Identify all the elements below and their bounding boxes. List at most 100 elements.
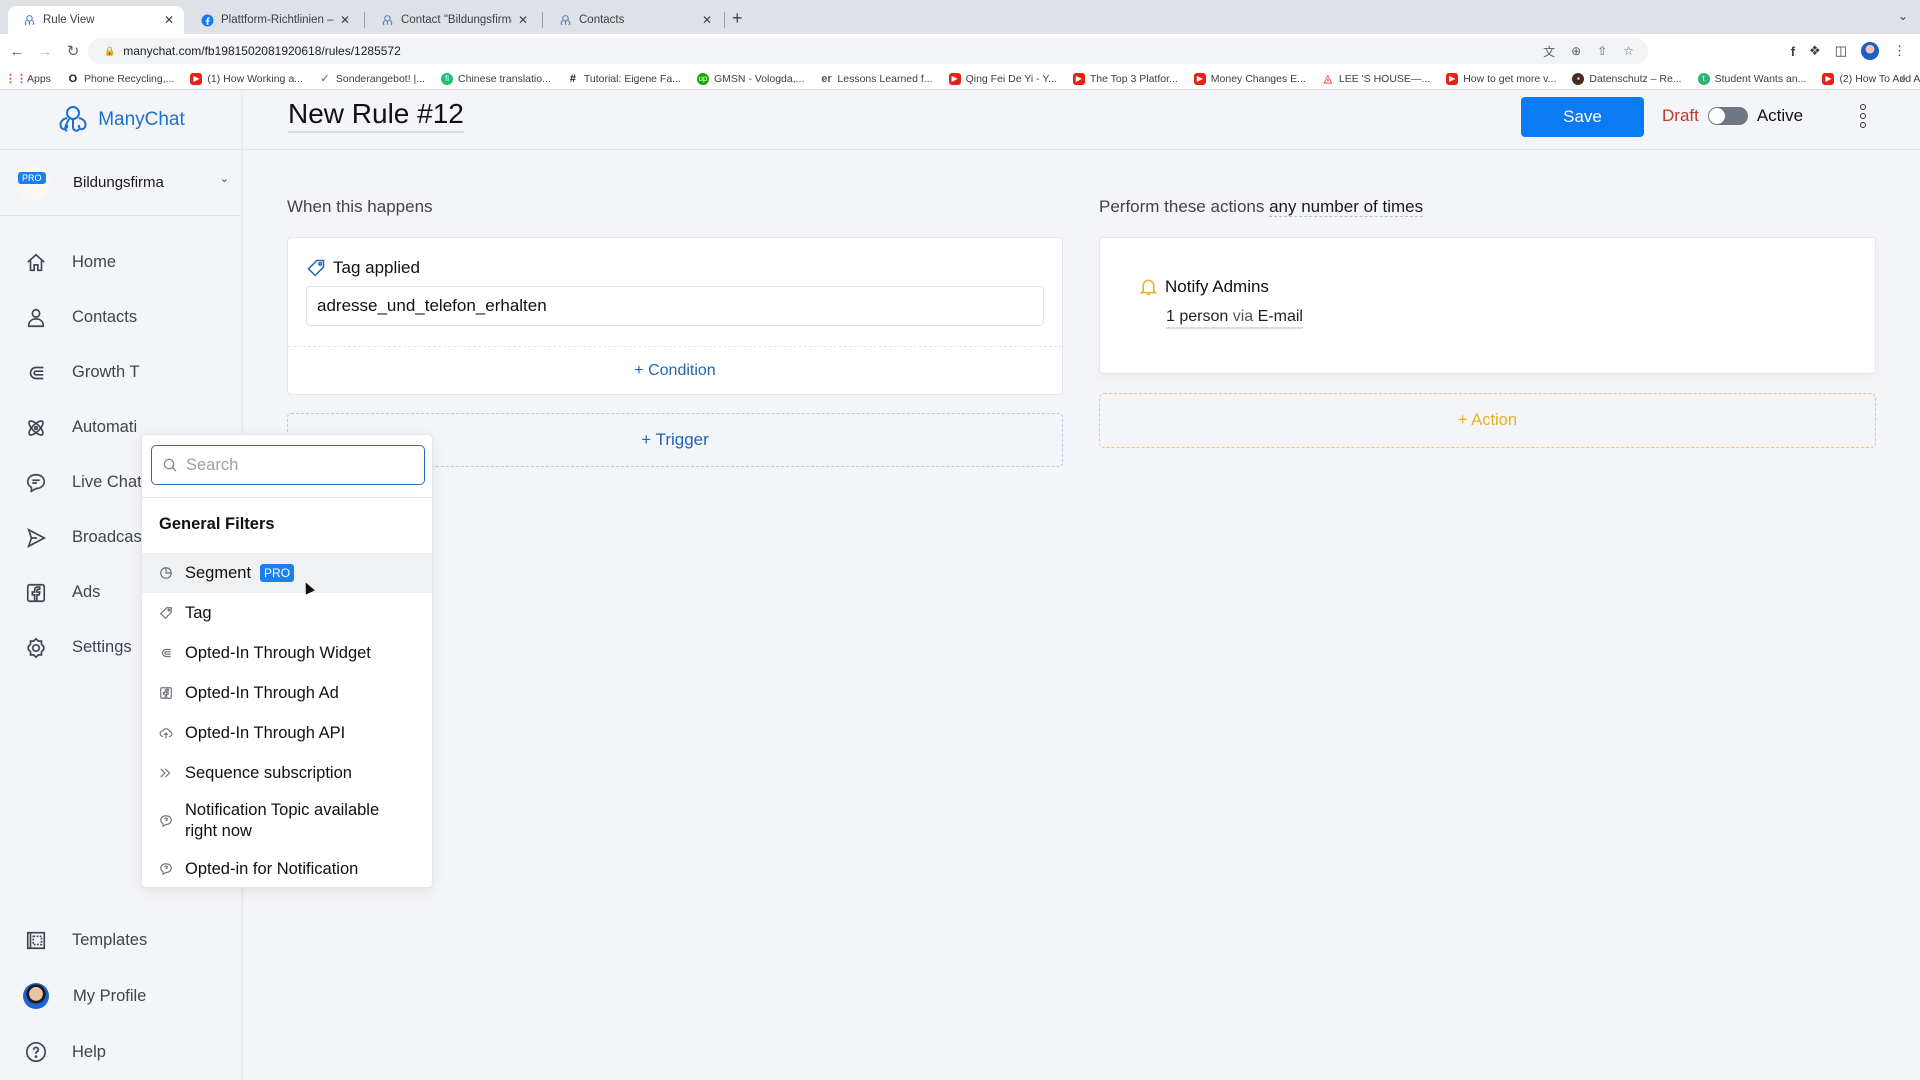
tab-title: Plattform-Richtlinien – Übersic	[221, 14, 334, 26]
sidebar-item-label: Automati	[72, 418, 138, 436]
reload-icon[interactable]: ↻	[62, 42, 84, 60]
bookmark-item[interactable]: up GMSN - Vologda,...	[696, 72, 804, 85]
tag-icon	[159, 607, 172, 620]
bookmark-item[interactable]: # Tutorial: Eigene Fa...	[567, 73, 681, 85]
browser-tab-contact-bildungsfirma[interactable]: Contact "Bildungsfirma" throu ✕	[366, 6, 538, 34]
sidebar-item-growth-tools[interactable]: Growth T	[0, 345, 242, 400]
avatar	[23, 983, 49, 1009]
add-trigger-label: + Trigger	[641, 430, 709, 449]
sidebar-item-help[interactable]: Help	[0, 1024, 242, 1080]
bookmark-item[interactable]: ▶ Qing Fei De Yi - Y...	[948, 72, 1057, 85]
contacts-icon	[27, 308, 45, 327]
sidebar-item-label: Ads	[72, 583, 101, 601]
new-tab-button[interactable]: +	[732, 8, 743, 29]
tag-value-field[interactable]: adresse_und_telefon_erhalten	[306, 286, 1044, 326]
bookmark-item[interactable]: er Lessons Learned f...	[820, 73, 932, 85]
manychat-logo[interactable]: ManyChat	[0, 90, 241, 150]
trigger-section-label: When this happens	[287, 197, 433, 216]
sidebar-item-my-profile[interactable]: My Profile	[0, 968, 242, 1024]
filter-option-opted-in-widget[interactable]: Opted-In Through Widget	[142, 633, 432, 673]
filter-search-box[interactable]	[151, 445, 425, 485]
youtube-icon: ▶	[190, 72, 203, 85]
browser-tab-contacts[interactable]: Contacts ✕	[544, 6, 722, 34]
close-tab-icon[interactable]: ✕	[702, 13, 712, 27]
status-toggle-group: Draft Active	[1662, 106, 1803, 126]
condition-filter-dropdown: General Filters Segment PRO Tag Opted-In…	[141, 434, 433, 888]
action-header: Notify Admins	[1138, 276, 1269, 297]
bookmark-label: LEE 'S HOUSE—...	[1338, 72, 1431, 85]
apps-grid-icon: ⋮⋮	[5, 73, 27, 85]
bookmark-star-icon[interactable]: ☆	[1623, 44, 1634, 58]
account-switcher[interactable]: PRO Bildungsfirma ⌄	[0, 150, 241, 216]
chevron-down-icon: ⌄	[219, 173, 229, 185]
add-action-button[interactable]: + Action	[1099, 393, 1876, 448]
close-tab-icon[interactable]: ✕	[340, 13, 350, 27]
translate-icon[interactable]: 文	[1543, 43, 1555, 60]
back-icon[interactable]: ←	[6, 43, 28, 60]
filter-search-input[interactable]	[186, 455, 416, 475]
manychat-icon	[558, 13, 572, 27]
notify-recipients[interactable]: 1 person via E-mail	[1166, 308, 1303, 329]
filter-option-opted-in-ad[interactable]: Opted-In Through Ad	[142, 673, 432, 713]
bookmark-label: Sonderangebot! |...	[335, 72, 426, 85]
facebook-icon	[200, 13, 214, 27]
bookmark-item[interactable]: fi Chinese translatio...	[441, 72, 551, 85]
add-condition-button[interactable]: + Condition	[288, 346, 1062, 395]
address-bar[interactable]: 🔒 manychat.com/fb1981502081920618/rules/…	[88, 38, 1648, 64]
rule-title[interactable]: New Rule #12	[288, 98, 464, 133]
filter-option-segment[interactable]: Segment PRO	[142, 553, 432, 593]
bookmark-item[interactable]: ▪ Datenschutz – Re...	[1572, 72, 1682, 85]
sidebar-item-home[interactable]: Home	[0, 235, 242, 290]
bookmark-item[interactable]: ▶ (1) How Working a...	[190, 72, 303, 85]
bookmark-label: Phone Recycling,...	[83, 72, 175, 85]
filter-group-heading: General Filters	[159, 515, 275, 533]
bookmark-item[interactable]: O Phone Recycling,...	[67, 72, 175, 85]
bookmark-item[interactable]: ◬ LEE 'S HOUSE—...	[1322, 72, 1431, 86]
widget-icon	[161, 648, 171, 658]
bookmark-item[interactable]: ⋮⋮ Apps	[5, 73, 51, 86]
close-tab-icon[interactable]: ✕	[518, 13, 528, 27]
filter-option-label: Opted-in for Notification	[185, 859, 359, 878]
filter-option-sequence[interactable]: Sequence subscription	[142, 753, 432, 793]
browser-profile-avatar[interactable]	[1861, 42, 1879, 60]
filter-option-opted-in-notification[interactable]: Opted-in for Notification	[142, 849, 432, 887]
trigger-header[interactable]: Tag applied	[306, 258, 420, 278]
active-toggle[interactable]	[1707, 107, 1748, 125]
forward-icon[interactable]: →	[34, 43, 56, 60]
sidebar-item-contacts[interactable]: Contacts	[0, 290, 242, 345]
tab-separator	[724, 12, 725, 28]
segment-icon	[160, 567, 172, 579]
action-label-prefix: Perform these actions	[1099, 197, 1265, 216]
sidebar-item-templates[interactable]: Templates	[0, 912, 242, 968]
tab-search-chevron-icon[interactable]: ⌄	[1898, 9, 1908, 23]
sequence-icon	[160, 768, 171, 778]
save-button[interactable]: Save	[1521, 97, 1644, 137]
zoom-icon[interactable]: ⊕	[1571, 44, 1581, 58]
filter-option-notification-topic[interactable]: Notification Topic available right now	[142, 793, 432, 849]
side-panel-icon[interactable]: ◫	[1835, 43, 1847, 59]
filter-option-label: Notification Topic available right now	[185, 800, 380, 840]
close-tab-icon[interactable]: ✕	[164, 13, 174, 27]
bookmark-item[interactable]: ▶ The Top 3 Platfor...	[1072, 72, 1178, 85]
browser-tab-rule-view[interactable]: Rule View ✕	[8, 6, 184, 34]
filter-option-opted-in-api[interactable]: Opted-In Through API	[142, 713, 432, 753]
extensions-puzzle-icon[interactable]: ❖	[1809, 43, 1821, 59]
share-icon[interactable]: ⇧	[1597, 44, 1607, 58]
tab-title: Rule View	[43, 14, 95, 26]
bookmark-item[interactable]: ▶ Money Changes E...	[1193, 72, 1306, 85]
browser-toolbar: ← → ↻ 🔒 manychat.com/fb1981502081920618/…	[0, 34, 1920, 68]
more-options-icon[interactable]	[1860, 104, 1866, 128]
tab-title: Contact "Bildungsfirma" throu	[401, 14, 512, 26]
filter-option-label: Segment	[185, 563, 252, 582]
browser-tab-plattform-richtlinien[interactable]: Plattform-Richtlinien – Übersic ✕	[186, 6, 360, 34]
facebook-extension-icon[interactable]: f	[1791, 44, 1795, 59]
bookmark-item[interactable]: t Student Wants an...	[1697, 72, 1806, 85]
bookmark-item[interactable]: ▶ How to get more v...	[1446, 72, 1556, 85]
bookmark-item[interactable]: ✓ Sonderangebot! |...	[319, 72, 426, 86]
action-card[interactable]: Notify Admins 1 person via E-mail	[1099, 237, 1876, 374]
more-bookmarks-icon[interactable]: »	[1900, 73, 1906, 85]
browser-menu-icon[interactable]: ⋮	[1893, 43, 1906, 59]
repeat-mode-selector[interactable]: any number of times	[1269, 197, 1424, 217]
brand-name: ManyChat	[98, 108, 185, 130]
filter-option-tag[interactable]: Tag	[142, 593, 432, 633]
